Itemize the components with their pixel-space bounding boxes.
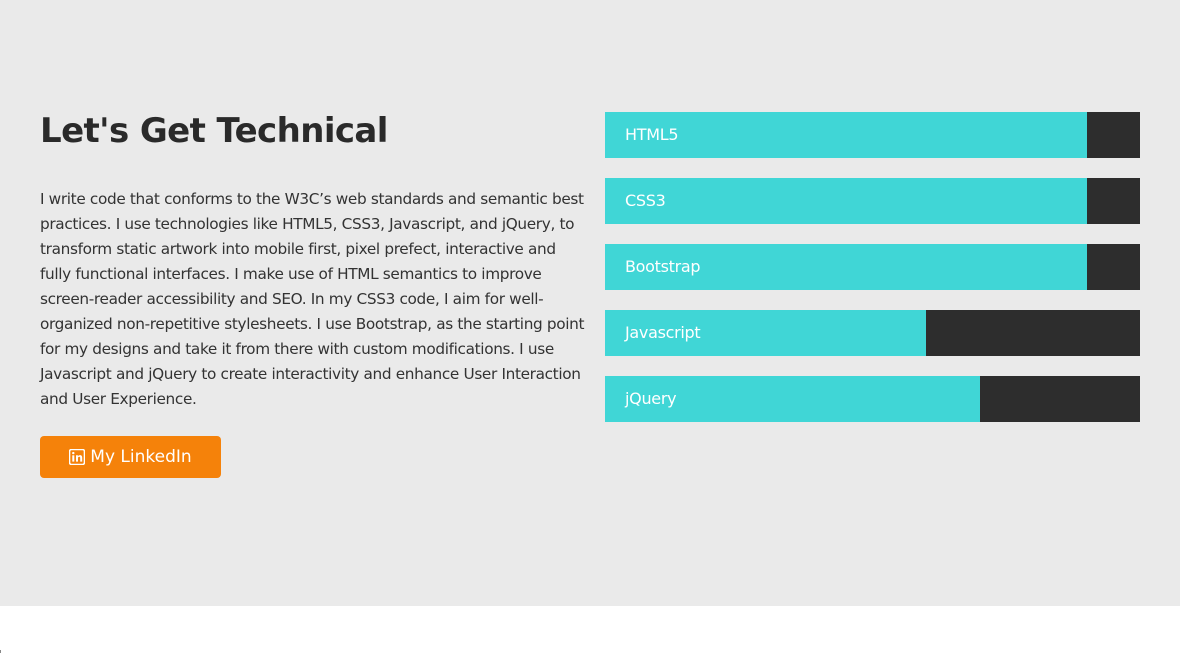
skills-bars: HTML5 CSS3 Bootstrap Javascript jQuery bbox=[605, 112, 1140, 442]
skill-bar: CSS3 bbox=[605, 178, 1140, 224]
technical-section: Let's Get Technical I write code that co… bbox=[0, 0, 1180, 606]
linkedin-button-label: My LinkedIn bbox=[90, 447, 192, 467]
technical-text-column: Let's Get Technical I write code that co… bbox=[40, 108, 585, 412]
section-title: Let's Get Technical bbox=[40, 111, 388, 151]
linkedin-icon bbox=[69, 449, 86, 465]
page-edge-mark bbox=[0, 650, 1, 653]
skill-bar: Javascript bbox=[605, 310, 1140, 356]
skill-bar-label: HTML5 bbox=[625, 125, 679, 144]
skill-bar-fill bbox=[605, 178, 1087, 224]
linkedin-button[interactable]: My LinkedIn bbox=[40, 436, 221, 478]
section-description: I write code that conforms to the W3C’s … bbox=[40, 190, 585, 408]
skill-bar: Bootstrap bbox=[605, 244, 1140, 290]
skill-bar: jQuery bbox=[605, 376, 1140, 422]
skill-bar-label: jQuery bbox=[625, 389, 677, 408]
skill-bar-label: Javascript bbox=[625, 323, 701, 342]
skill-bar-label: Bootstrap bbox=[625, 257, 701, 276]
skill-bar-label: CSS3 bbox=[625, 191, 666, 210]
skill-bar: HTML5 bbox=[605, 112, 1140, 158]
